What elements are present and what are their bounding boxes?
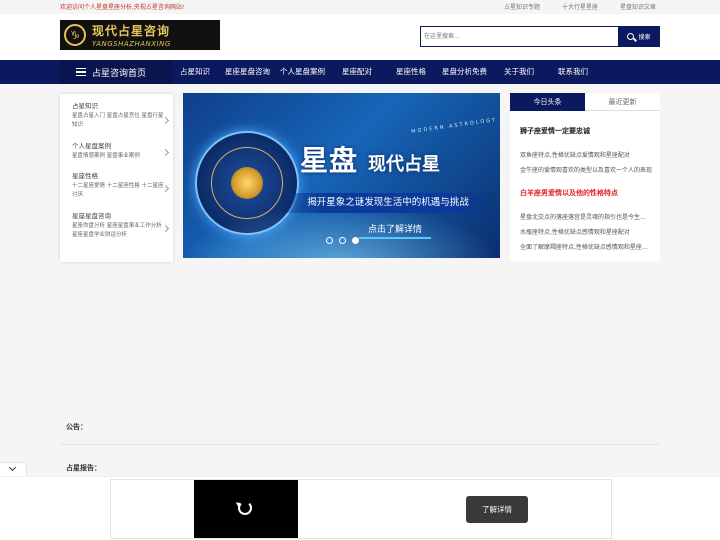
nav-item-cases[interactable]: 个人星盘案例 bbox=[280, 60, 325, 84]
carousel-dot[interactable] bbox=[339, 237, 346, 244]
search-button-label: 搜索 bbox=[638, 34, 651, 41]
news-item[interactable]: 水瓶座特点,性格优缺点感情观和星座配对 bbox=[520, 227, 652, 236]
logo-subtitle: YANGSHAZHANXING bbox=[92, 40, 171, 48]
top-link-topics[interactable]: 占星知识专题 bbox=[504, 2, 540, 11]
notice-label: 公告： bbox=[66, 423, 87, 431]
welcome-text: 欢迎访问个人星盘星座分析,央视占星咨询网站! bbox=[60, 4, 185, 11]
carousel-dot-active[interactable] bbox=[352, 237, 359, 244]
ad-bar: 了解详情 bbox=[0, 476, 720, 540]
category-sub[interactable]: 星盘占星入门 星盘占星宫位 星盘行星知识 bbox=[72, 112, 164, 130]
ad-video[interactable] bbox=[194, 480, 298, 538]
nav-item-knowledge[interactable]: 占星知识 bbox=[180, 60, 210, 84]
category-panel: 占星知识 星盘占星入门 星盘占星宫位 星盘行星知识 个人星盘案例 星盘情感案例 … bbox=[60, 94, 173, 262]
banner-modern-text: MODERN ASTROLOGY bbox=[411, 117, 498, 135]
search-input[interactable] bbox=[420, 26, 618, 47]
news-item[interactable]: 金牛座的爱情观喜欢的类型以及喜欢一个人的表现 bbox=[520, 165, 652, 174]
top-links: 占星知识专题 十大行星星座 星盘知识文章 bbox=[504, 2, 656, 11]
carousel-dot[interactable] bbox=[326, 237, 333, 244]
category-title: 星座性格 bbox=[72, 172, 98, 180]
top-link-planets[interactable]: 十大行星星座 bbox=[562, 2, 598, 11]
banner-subtitle: 现代占星 bbox=[368, 154, 440, 175]
search-bar: 搜索 bbox=[420, 26, 660, 47]
nav-item-free-analysis[interactable]: 星盘分析免费 bbox=[442, 60, 487, 84]
banner-tagline: 揭开星象之谜发现生活中的机遇与挑战 bbox=[283, 193, 493, 213]
news-headline[interactable]: 狮子座爱情一定要忠诚 bbox=[520, 126, 590, 136]
nav-item-consult[interactable]: 星座星盘咨询 bbox=[225, 60, 270, 84]
news-item[interactable]: 星盘北交点的落座落宫是灵魂的指引也是今生的课题 bbox=[520, 212, 652, 221]
nav-item-about[interactable]: 关于我们 bbox=[504, 60, 534, 84]
collapse-toggle[interactable] bbox=[0, 463, 26, 476]
banner-cta[interactable]: 点击了解详情 bbox=[359, 222, 431, 239]
replay-icon[interactable] bbox=[238, 501, 252, 515]
category-sub[interactable]: 十二星座爱情 十二星座性格 十二星座讨厌 bbox=[72, 182, 164, 200]
divider bbox=[60, 444, 660, 445]
news-item[interactable]: 双鱼座特点,性格优缺点爱情观和星座配对 bbox=[520, 150, 652, 159]
header: ♑ 现代占星咨询 YANGSHAZHANXING 搜索 bbox=[0, 14, 720, 60]
category-title: 星座星盘咨询 bbox=[72, 212, 111, 220]
tab-today-headlines[interactable]: 今日头条 bbox=[510, 93, 585, 111]
top-bar: 欢迎访问个人星盘星座分析,央视占星咨询网站! 占星知识专题 十大行星星座 星盘知… bbox=[0, 0, 720, 14]
carousel-dots bbox=[326, 237, 359, 244]
ad-frame bbox=[110, 479, 612, 539]
logo-title: 现代占星咨询 bbox=[92, 24, 171, 38]
hero-banner[interactable]: MODERN ASTROLOGY 星盘 现代占星 揭开星象之谜发现生活中的机遇与… bbox=[183, 93, 500, 258]
main-nav: 占星咨询首页 占星知识 星座星盘咨询 个人星盘案例 星座配对 星座性格 星盘分析… bbox=[0, 60, 720, 84]
nav-item-contact[interactable]: 联系我们 bbox=[558, 60, 588, 84]
report-label: 占星报告： bbox=[66, 464, 101, 472]
nav-item-match[interactable]: 星座配对 bbox=[342, 60, 372, 84]
capricorn-icon: ♑ bbox=[64, 24, 86, 46]
chevron-down-icon bbox=[8, 463, 17, 472]
category-title: 占星知识 bbox=[72, 102, 98, 110]
category-sub[interactable]: 星座命盘分析 星座星盘事业工作分析 星座星盘学业财运分析 bbox=[72, 222, 164, 240]
nav-home[interactable]: 占星咨询首页 bbox=[60, 60, 172, 84]
tab-recent-updates[interactable]: 最近更新 bbox=[585, 93, 660, 111]
search-button[interactable]: 搜索 bbox=[618, 26, 660, 47]
top-link-articles[interactable]: 星盘知识文章 bbox=[620, 2, 656, 11]
nav-home-label: 占星咨询首页 bbox=[92, 68, 147, 79]
news-item[interactable]: 全面了解摩羯座特点,性格优缺点感情观和星座配对 bbox=[520, 242, 652, 251]
banner-title: 星盘 bbox=[300, 144, 359, 177]
menu-icon bbox=[76, 68, 86, 76]
site-logo[interactable]: ♑ 现代占星咨询 YANGSHAZHANXING bbox=[60, 20, 220, 50]
category-title: 个人星盘案例 bbox=[72, 142, 111, 150]
nav-item-personality[interactable]: 星座性格 bbox=[396, 60, 426, 84]
category-sub[interactable]: 星盘情感案例 星盘事业案例 bbox=[72, 152, 164, 161]
search-icon bbox=[627, 33, 635, 40]
news-headline-highlight[interactable]: 白羊座男爱情以及他的性格特点 bbox=[520, 188, 618, 198]
news-panel: 今日头条 最近更新 狮子座爱情一定要忠诚 双鱼座特点,性格优缺点爱情观和星座配对… bbox=[510, 93, 660, 261]
learn-more-button[interactable]: 了解详情 bbox=[466, 496, 528, 523]
